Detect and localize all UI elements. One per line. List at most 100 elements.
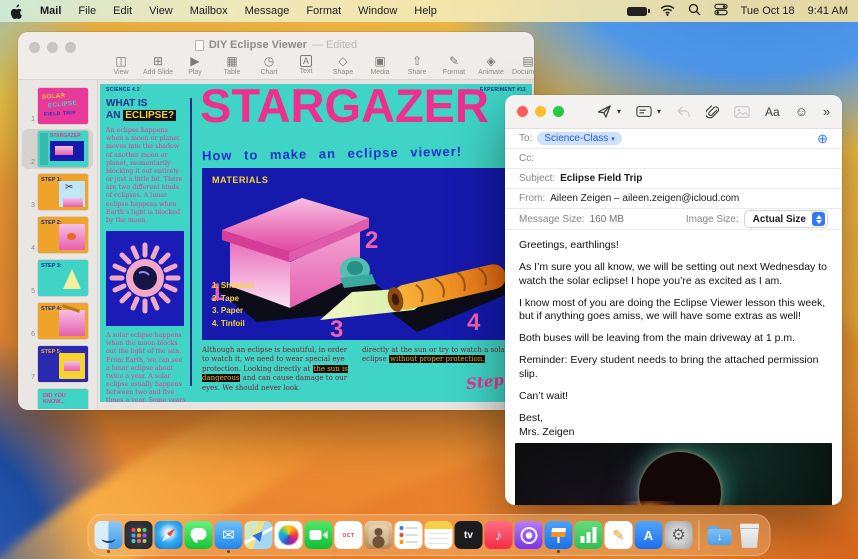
- subject-field[interactable]: Subject: Eclipse Field Trip: [505, 169, 842, 189]
- format-text-icon[interactable]: Aa: [765, 105, 780, 119]
- send-icon[interactable]: [597, 104, 612, 119]
- eclipse-attachment-image[interactable]: [515, 443, 832, 505]
- dock-icon-downloads[interactable]: [706, 521, 734, 549]
- more-chevron-icon[interactable]: »: [823, 104, 830, 119]
- wifi-icon[interactable]: [660, 4, 675, 19]
- control-center-icon[interactable]: [713, 3, 728, 19]
- dock-icon-finder[interactable]: [94, 521, 123, 549]
- menu-mail[interactable]: Mail: [40, 5, 61, 17]
- attach-icon[interactable]: [706, 104, 720, 119]
- slide-thumbnail-8[interactable]: 8 DID YOU KNOW...: [18, 387, 97, 409]
- menu-format[interactable]: Format: [306, 5, 341, 17]
- dock-icon-trash[interactable]: [739, 523, 760, 548]
- dock-icon-facetime[interactable]: [304, 521, 333, 549]
- add-slide-button[interactable]: ⊞ Add Slide: [143, 55, 173, 77]
- dock-icon-calendar[interactable]: OCT18: [334, 521, 363, 549]
- minimize-icon[interactable]: [47, 42, 58, 53]
- format-button[interactable]: ✎ Format: [443, 54, 465, 77]
- message-body[interactable]: Greetings, earthlings! As I’m sure you a…: [505, 230, 842, 439]
- mail-window-controls[interactable]: [517, 106, 564, 117]
- dock-icon-contacts[interactable]: [364, 521, 393, 549]
- close-icon[interactable]: [517, 106, 528, 117]
- table-button[interactable]: ▦ Table: [221, 55, 243, 77]
- slide-stargazer[interactable]: SCIENCE 4.2 EXPERIMENT #11 WHAT IS AN EC…: [100, 84, 532, 402]
- share-button[interactable]: ⇧ Share: [406, 54, 428, 77]
- battery-icon[interactable]: [626, 6, 650, 16]
- menu-file[interactable]: File: [78, 5, 96, 17]
- recipient-token[interactable]: Science-Class ▾: [537, 132, 622, 145]
- menu-view[interactable]: View: [149, 5, 173, 17]
- eclipse-flare: [622, 501, 678, 505]
- zoom-icon[interactable]: [553, 106, 564, 117]
- dock-icon-keynote[interactable]: [544, 521, 573, 549]
- signature-line: Mrs. Zeigen: [519, 425, 575, 438]
- menu-mailbox[interactable]: Mailbox: [190, 5, 228, 17]
- from-field[interactable]: From: Aileen Zeigen – aileen.zeigen@iclo…: [505, 189, 842, 209]
- cc-label: Cc:: [519, 153, 534, 164]
- apple-menu[interactable]: [10, 3, 23, 19]
- menu-bar-time[interactable]: 9:41 AM: [808, 5, 848, 17]
- slide-thumbnail-4[interactable]: 4 STEP 2:: [18, 215, 97, 255]
- emoji-icon[interactable]: ☺: [795, 104, 808, 119]
- keynote-window[interactable]: DIY Eclipse Viewer — Edited ◫ View ⊞ Add S…: [18, 32, 534, 410]
- mail-compose-window[interactable]: ▾ ▾ Aa ☺ » To: Science-Class ▾ ⊕ Cc: Subj…: [505, 95, 842, 505]
- slide-thumbnail-6[interactable]: 6 STEP 4:: [18, 301, 97, 341]
- shape-icon: ◇: [338, 54, 348, 68]
- dock-icon-notes[interactable]: [424, 521, 453, 549]
- dock-icon-music[interactable]: [484, 521, 513, 549]
- media-button[interactable]: ▣ Media: [369, 55, 391, 77]
- text-button[interactable]: A Text: [295, 55, 317, 75]
- menu-bar-date[interactable]: Tue Oct 18: [741, 5, 795, 17]
- dock-icon-reminders[interactable]: [394, 521, 423, 549]
- animate-button[interactable]: ◈ Animate: [478, 54, 504, 77]
- slide-thumbnail-5[interactable]: 5 STEP 3:: [18, 258, 97, 298]
- format-icon: ✎: [448, 54, 460, 68]
- menu-message[interactable]: Message: [245, 5, 290, 17]
- image-size-select[interactable]: Actual Size: [743, 210, 828, 228]
- slide-subtitle: How to make an eclipse viewer!: [201, 143, 463, 164]
- dock-icon-maps[interactable]: [244, 521, 273, 549]
- menu-window[interactable]: Window: [358, 5, 397, 17]
- dock-icon-app-store[interactable]: A: [634, 521, 663, 549]
- slide-left-column: WHAT IS AN ECLIPSE? An eclipse happens w…: [106, 98, 186, 402]
- menu-edit[interactable]: Edit: [113, 5, 132, 17]
- slide-thumbnail-2-selected[interactable]: 2 STARGAZER: [22, 129, 93, 169]
- minimize-icon[interactable]: [535, 106, 546, 117]
- chart-button[interactable]: ◷ Chart: [258, 55, 280, 77]
- to-field[interactable]: To: Science-Class ▾ ⊕: [505, 129, 842, 149]
- zoom-icon[interactable]: [65, 42, 76, 53]
- dock-icon-podcasts[interactable]: [514, 521, 543, 549]
- close-icon[interactable]: [29, 42, 40, 53]
- dock-icon-launchpad[interactable]: [124, 521, 153, 549]
- dock-icon-messages[interactable]: [184, 521, 213, 549]
- dock-icon-system-settings[interactable]: [664, 521, 693, 549]
- cc-field[interactable]: Cc:: [505, 149, 842, 169]
- slide-thumbnail-1[interactable]: 1 SOLAR ECLIPSE FIELD TRIP: [18, 86, 97, 126]
- animate-icon: ◈: [486, 54, 496, 68]
- menu-help[interactable]: Help: [414, 5, 437, 17]
- chevron-down-icon[interactable]: ▾: [657, 107, 661, 116]
- body-paragraph: Reminder: Every student needs to bring t…: [519, 354, 819, 381]
- document-button[interactable]: ▤Document: [512, 55, 534, 77]
- spotlight-icon[interactable]: [688, 3, 701, 19]
- chevron-down-icon[interactable]: ▾: [617, 107, 621, 116]
- dock-icon-pages[interactable]: [604, 521, 633, 549]
- slide-thumbnail-3[interactable]: 3 STEP 1:: [18, 172, 97, 212]
- dock-icon-apple-tv[interactable]: tv: [454, 521, 483, 549]
- play-button[interactable]: ▶ Play: [184, 55, 206, 77]
- slide-thumbnail-7[interactable]: 7 STEP 5:: [18, 344, 97, 384]
- running-indicator: [107, 550, 110, 553]
- dock-icon-numbers[interactable]: [574, 521, 603, 549]
- add-contact-icon[interactable]: ⊕: [817, 132, 828, 145]
- dock-icon-photos[interactable]: [274, 521, 303, 549]
- view-icon: ◫: [115, 54, 127, 68]
- keynote-window-controls[interactable]: [29, 42, 76, 53]
- shape-button[interactable]: ◇ Shape: [332, 54, 354, 77]
- dock-icon-safari[interactable]: [154, 521, 183, 549]
- view-button[interactable]: ◫ View: [110, 54, 132, 77]
- dock-icon-mail[interactable]: [214, 521, 243, 549]
- header-fields-icon[interactable]: [636, 105, 652, 118]
- slide-navigator[interactable]: 1 SOLAR ECLIPSE FIELD TRIP 2 STARGAZER 3 S…: [18, 80, 98, 409]
- eclipse-moon: [638, 452, 721, 505]
- share-icon: ⇧: [411, 54, 423, 68]
